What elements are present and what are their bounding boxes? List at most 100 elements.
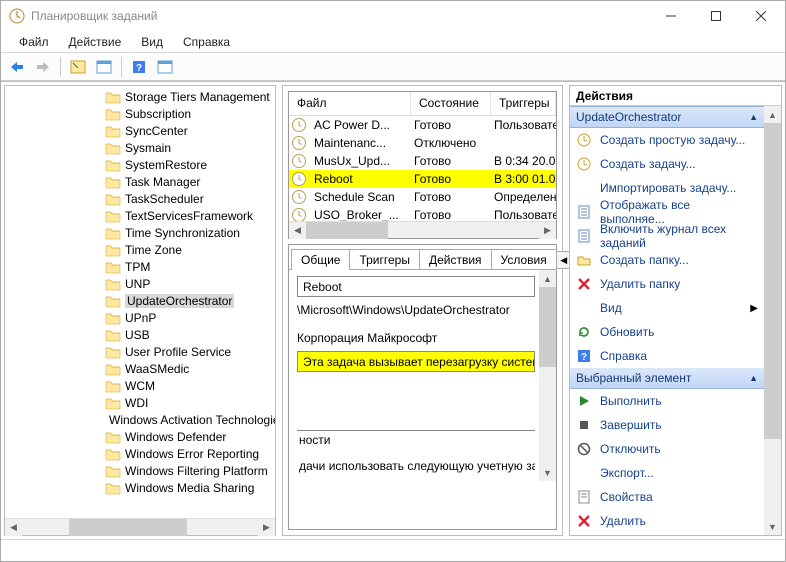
tree-node[interactable]: Sysmain [5,139,275,156]
scroll-left-icon[interactable]: ◀ [289,222,306,239]
details-v-scrollbar[interactable]: ▲ ▼ [539,270,556,481]
task-row[interactable]: RebootГотовоВ 3:00 01.01.2000 [289,170,556,188]
actions-section-header[interactable]: UpdateOrchestrator▲ [570,107,764,128]
action-item[interactable]: Создать простую задачу... [570,128,764,152]
tree-node-label: Task Manager [125,175,200,189]
action-item[interactable]: Создать папку... [570,248,764,272]
tree-node-label: TextServicesFramework [125,209,253,223]
close-button[interactable] [738,2,783,31]
pane-button-2[interactable] [153,56,177,78]
tree-node[interactable]: Windows Filtering Platform [5,462,275,479]
tree-node[interactable]: Windows Defender [5,428,275,445]
tree-node[interactable]: SyncCenter [5,122,275,139]
tree-node-label: UNP [125,277,150,291]
cell-trigger: Определено несколько [490,190,556,204]
action-item[interactable]: Отключить [570,437,764,461]
scroll-left-icon[interactable]: ◀ [5,519,22,536]
task-row[interactable]: USO_Broker_...ГотовоПользовательский [289,206,556,221]
tree-node[interactable]: Storage Tiers Management [5,88,275,105]
tree-node[interactable]: WaaSMedic [5,360,275,377]
scroll-down-icon[interactable]: ▼ [764,518,781,535]
tree-node[interactable]: Time Zone [5,241,275,258]
tree-node[interactable]: Subscription [5,105,275,122]
menu-action[interactable]: Действие [59,33,132,51]
tree-node[interactable]: TaskScheduler [5,190,275,207]
action-label: Свойства [600,490,653,504]
tree-node-label: SystemRestore [125,158,207,172]
scroll-down-icon[interactable]: ▼ [539,464,556,481]
task-description-field[interactable]: Эта задача вызывает перезагрузку системы… [297,351,535,372]
actions-section-header[interactable]: Выбранный элемент▲ [570,368,764,389]
action-item[interactable]: Импортировать задачу... [570,176,764,200]
scroll-up-icon[interactable]: ▲ [764,106,781,123]
tree-node[interactable]: USB [5,326,275,343]
action-item[interactable]: Удалить [570,509,764,533]
action-item[interactable]: Свойства [570,485,764,509]
scroll-up-icon[interactable]: ▲ [539,270,556,287]
tree-node[interactable]: Windows Media Sharing [5,479,275,496]
scroll-right-icon[interactable]: ▶ [258,519,275,536]
menu-help[interactable]: Справка [173,33,240,51]
pane-button-1[interactable] [92,56,116,78]
action-item[interactable]: Обновить [570,320,764,344]
tree-node[interactable]: SystemRestore [5,156,275,173]
tree-node[interactable]: TextServicesFramework [5,207,275,224]
col-state[interactable]: Состояние [411,92,491,115]
svg-text:?: ? [136,63,142,74]
tree-node[interactable]: Windows Error Reporting [5,445,275,462]
menu-view[interactable]: Вид [131,33,173,51]
tab-triggers[interactable]: Триггеры [349,249,420,270]
action-item[interactable]: Завершить [570,413,764,437]
cell-name: MusUx_Upd... [310,154,410,168]
tree-node[interactable]: Task Manager [5,173,275,190]
actions-v-scrollbar[interactable]: ▲ ▼ [764,106,781,535]
tree-node[interactable]: Time Synchronization [5,224,275,241]
tree-node[interactable]: WDI [5,394,275,411]
tree-node[interactable]: Windows Activation Technologies [5,411,275,428]
tree-h-scrollbar[interactable]: ◀ ▶ [5,518,275,535]
action-item[interactable]: Выполнить [570,389,764,413]
tree-node[interactable]: WCM [5,377,275,394]
cell-state: Готово [410,154,490,168]
task-row[interactable]: Schedule ScanГотовоОпределено несколько [289,188,556,206]
action-item[interactable]: Экспорт... [570,461,764,485]
col-file[interactable]: Файл [289,92,411,115]
tree-node[interactable]: UNP [5,275,275,292]
action-item[interactable]: Включить журнал всех заданий [570,224,764,248]
action-item[interactable]: Отображать все выполняе... [570,200,764,224]
task-row[interactable]: AC Power D...ГотовоПользовательский [289,116,556,134]
action-item[interactable]: Удалить папку [570,272,764,296]
show-tree-button[interactable] [66,56,90,78]
tree-body[interactable]: Storage Tiers ManagementSubscriptionSync… [5,86,275,518]
menu-file[interactable]: Файл [9,33,59,51]
action-item[interactable]: Вид▶ [570,296,764,320]
action-label: Обновить [600,325,654,339]
action-item[interactable]: Создать задачу... [570,152,764,176]
tab-general[interactable]: Общие [291,249,350,270]
help-button[interactable]: ? [127,56,151,78]
center-pane: Файл Состояние Триггеры AC Power D...Гот… [282,85,563,536]
minimize-button[interactable] [648,2,693,31]
tree-node[interactable]: UPnP [5,309,275,326]
back-button[interactable] [5,56,29,78]
tab-conditions[interactable]: Условия [491,249,557,270]
forward-button[interactable] [31,56,55,78]
scroll-right-icon[interactable]: ▶ [539,222,556,239]
task-rows[interactable]: AC Power D...ГотовоПользовательскийMaint… [289,116,556,221]
col-triggers[interactable]: Триггеры [491,92,556,115]
tree-node-label: Windows Media Sharing [125,481,254,495]
maximize-button[interactable] [693,2,738,31]
action-item[interactable]: ?Справка [570,344,764,368]
task-name-field[interactable]: Reboot [297,276,535,297]
tree-node-label: Windows Filtering Platform [125,464,268,478]
tree-node[interactable]: UpdateOrchestrator [5,292,275,309]
tree-node[interactable]: User Profile Service [5,343,275,360]
svg-text:?: ? [581,352,587,363]
task-row[interactable]: Maintenanc...Отключено [289,134,556,152]
x-red-icon [576,276,592,292]
tab-actions[interactable]: Действия [419,249,492,270]
tasklist-h-scrollbar[interactable]: ◀ ▶ [289,221,556,238]
tree-node[interactable]: TPM [5,258,275,275]
tree-node-label: USB [125,328,150,342]
task-row[interactable]: MusUx_Upd...ГотовоВ 0:34 20.07.2018 [289,152,556,170]
